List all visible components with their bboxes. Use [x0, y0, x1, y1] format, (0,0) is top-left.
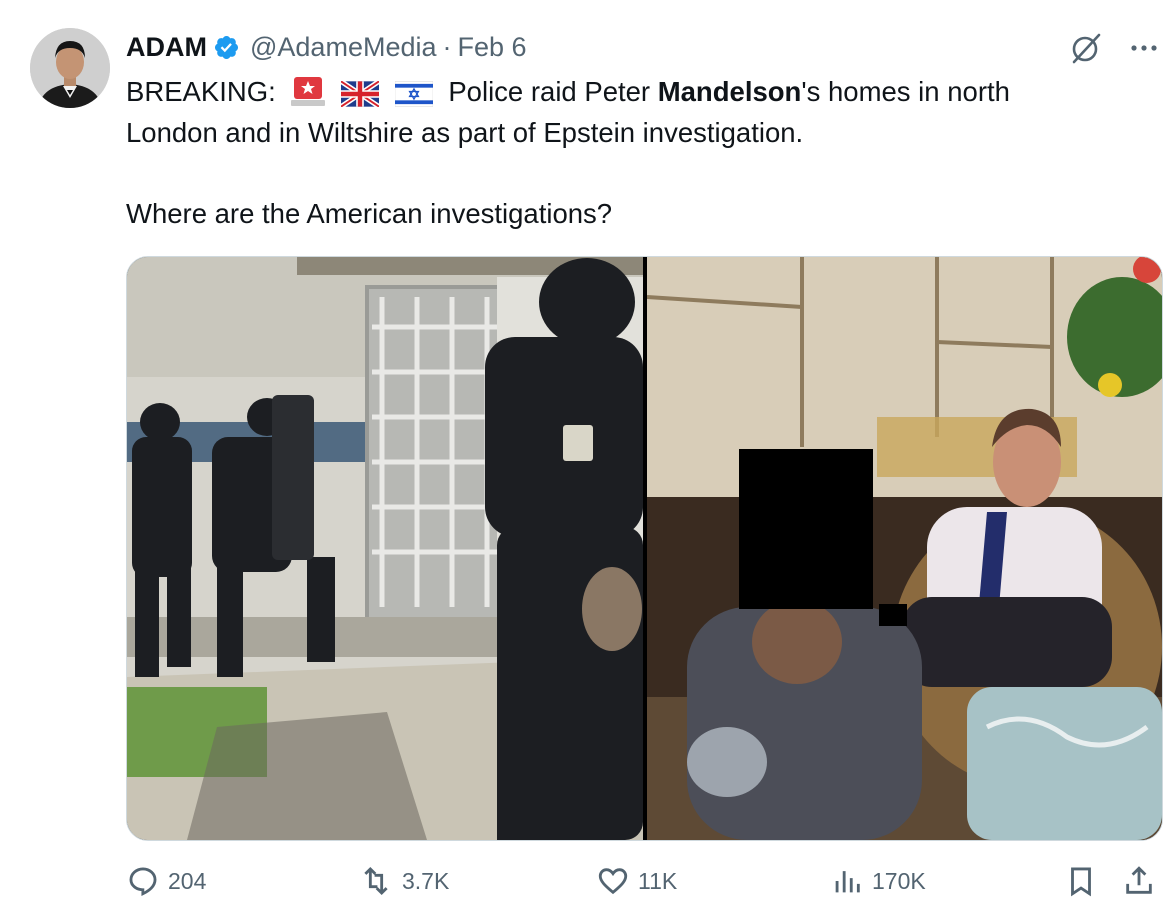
bookmark-button[interactable] [1064, 864, 1098, 898]
separator-dot: · [442, 31, 452, 62]
breaking-label: BREAKING: [126, 76, 276, 107]
avatar[interactable] [30, 28, 110, 108]
action-bar: 204 3.7K 11K 170K [126, 864, 1172, 904]
author-name[interactable]: ADAM [126, 32, 207, 63]
tweet-text-segment: 's homes in north [801, 76, 1010, 107]
share-button[interactable] [1122, 864, 1156, 898]
photo-police-raid[interactable] [127, 257, 643, 840]
grok-icon[interactable] [1066, 28, 1106, 68]
tweet-date[interactable]: Feb 6 [458, 32, 527, 63]
tweet-text: BREAKING: Police raid Peter Mandelson's … [126, 72, 1126, 234]
more-options-icon[interactable] [1124, 28, 1164, 68]
photo-man-seated[interactable] [646, 257, 1162, 840]
like-count: 11K [638, 867, 678, 894]
views-count: 170K [872, 867, 926, 894]
heart-icon [598, 868, 628, 895]
media-grid [126, 256, 1163, 841]
avatar-image [30, 28, 110, 108]
tweet-line-1: BREAKING: Police raid Peter Mandelson's … [126, 72, 1126, 113]
tweet-text-segment: Police raid Peter [448, 76, 658, 107]
views-icon [835, 871, 860, 893]
reply-count: 204 [168, 867, 207, 894]
views-button[interactable]: 170K [830, 864, 926, 898]
repost-button[interactable]: 3.7K [358, 864, 449, 898]
photo-police-raid-image [127, 257, 643, 840]
photo-man-seated-image [646, 257, 1162, 840]
like-button[interactable]: 11K [596, 864, 677, 898]
bookmark-icon [1071, 867, 1091, 897]
tweet-header: ADAM @AdameMedia · Feb 6 [126, 30, 527, 64]
share-icon [1126, 866, 1152, 894]
tweet-line-3: Where are the American investigations? [126, 197, 613, 229]
verified-badge-icon[interactable] [213, 34, 240, 61]
repost-count: 3.7K [402, 867, 450, 894]
tweet-text-bold: Mandelson [657, 76, 802, 107]
repost-icon [364, 866, 388, 896]
reply-button[interactable]: 204 [126, 864, 206, 898]
author-handle[interactable]: @AdameMedia [250, 32, 437, 63]
reply-icon [129, 867, 157, 896]
tweet-line-2: London and in Wiltshire as part of Epste… [126, 116, 804, 148]
